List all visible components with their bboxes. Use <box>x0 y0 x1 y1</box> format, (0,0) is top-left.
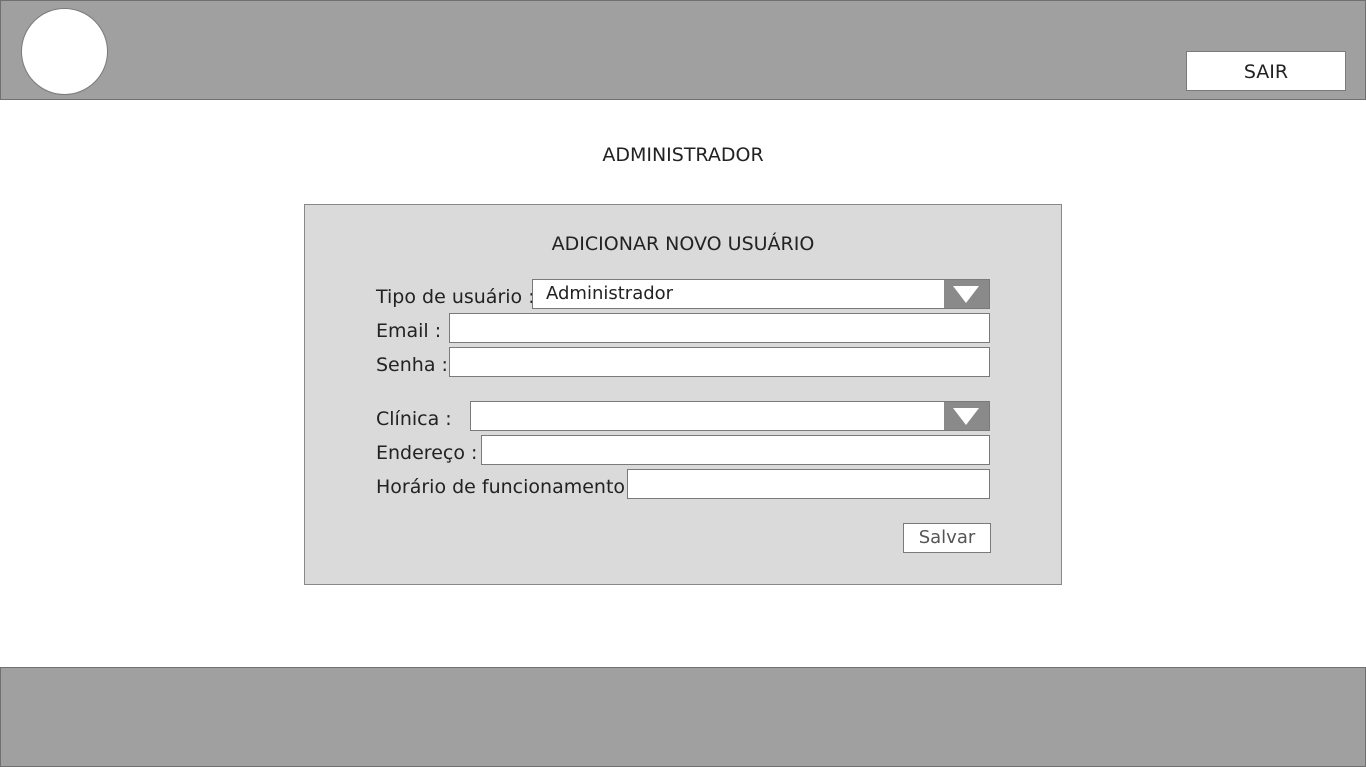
save-button[interactable]: Salvar <box>903 523 991 553</box>
password-field[interactable] <box>449 347 990 377</box>
add-user-form: ADICIONAR NOVO USUÁRIO Tipo de usuário :… <box>304 204 1062 585</box>
hours-field[interactable] <box>627 469 990 499</box>
hours-label: Horário de funcionamento : <box>376 476 638 498</box>
clinic-label: Clínica : <box>376 408 452 430</box>
logout-button[interactable]: SAIR <box>1186 51 1346 91</box>
address-label: Endereço : <box>376 442 478 464</box>
email-label: Email : <box>376 320 442 342</box>
logo-circle <box>21 8 108 95</box>
user-type-label: Tipo de usuário : <box>376 286 535 308</box>
page-title: ADMINISTRADOR <box>602 144 764 166</box>
chevron-down-icon[interactable] <box>944 280 989 308</box>
address-field[interactable] <box>481 435 990 465</box>
user-type-select[interactable]: Administrador <box>532 279 990 309</box>
clinic-select[interactable] <box>470 401 990 431</box>
form-title: ADICIONAR NOVO USUÁRIO <box>551 233 815 255</box>
footer-bar <box>0 667 1366 767</box>
chevron-down-icon[interactable] <box>944 402 989 430</box>
password-label: Senha : <box>376 354 448 376</box>
email-field[interactable] <box>449 313 990 343</box>
header-bar: SAIR <box>0 0 1366 100</box>
user-type-value: Administrador <box>546 283 674 304</box>
